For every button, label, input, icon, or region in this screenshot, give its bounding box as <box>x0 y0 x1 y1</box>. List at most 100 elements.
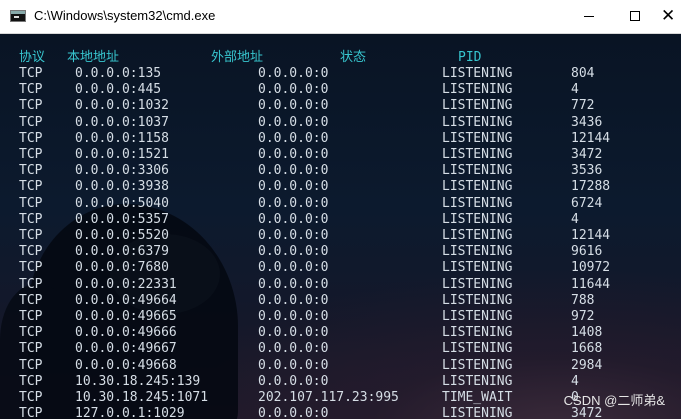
cell-foreign-address: 0.0.0.0:0 <box>258 179 329 195</box>
cell-pid: 12144 <box>571 228 611 243</box>
table-row: TCP 0.0.0.0:5520 0.0.0.0:0 LISTENING 12144 <box>0 228 681 244</box>
cell-local-address: 0.0.0.0:5040 <box>75 195 169 211</box>
header-protocol: 协议 <box>19 50 46 65</box>
cell-local-address: 0.0.0.0:6379 <box>75 244 169 260</box>
cell-local-address: 0.0.0.0:5357 <box>75 211 169 227</box>
cell-pid: 772 <box>571 98 595 114</box>
cell-local-address: 10.30.18.245:1071 <box>75 390 209 405</box>
cell-local-address: 0.0.0.0:1032 <box>75 98 169 114</box>
table-row: TCP 0.0.0.0:49665 0.0.0.0:0 LISTENING 972 <box>0 309 681 325</box>
cell-foreign-address: 202.107.117.23:995 <box>258 390 399 405</box>
cell-protocol: TCP <box>19 373 43 389</box>
cell-state: LISTENING <box>442 163 513 179</box>
cell-state: LISTENING <box>442 147 513 162</box>
cell-pid: 788 <box>571 292 595 308</box>
cell-foreign-address: 0.0.0.0:0 <box>258 98 329 114</box>
cell-protocol: TCP <box>19 390 43 405</box>
cell-protocol: TCP <box>19 325 43 341</box>
table-row: TCP 0.0.0.0:1037 0.0.0.0:0 LISTENING 3436 <box>0 115 681 131</box>
minimize-icon <box>584 16 594 17</box>
table-row: TCP 0.0.0.0:49664 0.0.0.0:0 LISTENING 788 <box>0 293 681 309</box>
cell-state: LISTENING <box>442 228 513 243</box>
cell-foreign-address: 0.0.0.0:0 <box>258 82 329 98</box>
cell-pid: 3472 <box>571 147 603 162</box>
cell-foreign-address: 0.0.0.0:0 <box>258 276 329 292</box>
cell-foreign-address: 0.0.0.0:0 <box>258 244 329 260</box>
maximize-button[interactable] <box>611 0 657 33</box>
cell-state: LISTENING <box>442 211 513 227</box>
cell-pid: 6724 <box>571 195 603 211</box>
cell-local-address: 127.0.0.1:1029 <box>75 406 185 419</box>
cell-protocol: TCP <box>19 260 43 276</box>
table-row: TCP 0.0.0.0:22331 0.0.0.0:0 LISTENING 11644 <box>0 277 681 293</box>
cell-foreign-address: 0.0.0.0:0 <box>258 114 329 130</box>
table-row: TCP 0.0.0.0:49666 0.0.0.0:0 LISTENING 1408 <box>0 325 681 341</box>
cell-pid: 11644 <box>571 276 611 292</box>
cell-pid: 10972 <box>571 260 611 276</box>
cell-local-address: 0.0.0.0:49668 <box>75 357 177 373</box>
cell-protocol: TCP <box>19 66 43 81</box>
table-row: TCP 0.0.0.0:5357 0.0.0.0:0 LISTENING 4 <box>0 212 681 228</box>
cell-protocol: TCP <box>19 276 43 292</box>
cell-protocol: TCP <box>19 244 43 260</box>
cell-protocol: TCP <box>19 130 43 146</box>
table-row: TCP 0.0.0.0:7680 0.0.0.0:0 LISTENING 10972 <box>0 260 681 276</box>
header-row: 协议 本地地址 外部地址 状态 PID <box>0 50 681 66</box>
cell-state: LISTENING <box>442 357 513 373</box>
table-row: TCP 0.0.0.0:445 0.0.0.0:0 LISTENING 4 <box>0 82 681 98</box>
title-bar[interactable]: C:\Windows\system32\cmd.exe ✕ <box>0 0 681 34</box>
cell-pid: 4 <box>571 82 579 98</box>
cell-protocol: TCP <box>19 406 43 419</box>
cell-foreign-address: 0.0.0.0:0 <box>258 66 329 81</box>
console-output[interactable]: 协议 本地地址 外部地址 状态 PID TCP 0.0.0.0:135 0.0.0.… <box>0 34 681 419</box>
cell-state: LISTENING <box>442 66 513 81</box>
cell-local-address: 0.0.0.0:445 <box>75 82 162 98</box>
cell-local-address: 0.0.0.0:1037 <box>75 114 169 130</box>
cell-protocol: TCP <box>19 292 43 308</box>
cell-state: LISTENING <box>442 179 513 195</box>
table-row: TCP 0.0.0.0:49667 0.0.0.0:0 LISTENING 1668 <box>0 341 681 357</box>
cell-foreign-address: 0.0.0.0:0 <box>258 228 329 243</box>
cell-protocol: TCP <box>19 82 43 98</box>
window-title: C:\Windows\system32\cmd.exe <box>34 8 216 23</box>
watermark: CSDN @二师弟& <box>563 393 665 408</box>
cell-protocol: TCP <box>19 147 43 162</box>
cell-pid: 4 <box>571 373 579 389</box>
minimize-button[interactable] <box>565 0 611 33</box>
cell-local-address: 0.0.0.0:7680 <box>75 260 169 276</box>
table-row: TCP 0.0.0.0:1158 0.0.0.0:0 LISTENING 12144 <box>0 131 681 147</box>
cell-protocol: TCP <box>19 98 43 114</box>
cell-pid: 1408 <box>571 325 603 341</box>
cell-pid: 972 <box>571 309 595 324</box>
cell-protocol: TCP <box>19 179 43 195</box>
cell-pid: 804 <box>571 66 595 81</box>
cell-foreign-address: 0.0.0.0:0 <box>258 130 329 146</box>
cell-foreign-address: 0.0.0.0:0 <box>258 406 329 419</box>
cell-local-address: 0.0.0.0:1158 <box>75 130 169 146</box>
cell-local-address: 0.0.0.0:49666 <box>75 325 177 341</box>
cell-state: LISTENING <box>442 82 513 98</box>
cell-local-address: 0.0.0.0:49665 <box>75 309 177 324</box>
cell-local-address: 0.0.0.0:49667 <box>75 341 177 357</box>
close-button[interactable]: ✕ <box>657 0 681 33</box>
cell-protocol: TCP <box>19 309 43 324</box>
console-icon <box>10 10 26 22</box>
cell-pid: 2984 <box>571 357 603 373</box>
cell-local-address: 10.30.18.245:139 <box>75 373 201 389</box>
header-state: 状态 <box>340 50 367 65</box>
cell-local-address: 0.0.0.0:3938 <box>75 179 169 195</box>
cell-foreign-address: 0.0.0.0:0 <box>258 341 329 357</box>
cell-foreign-address: 0.0.0.0:0 <box>258 325 329 341</box>
cell-foreign-address: 0.0.0.0:0 <box>258 195 329 211</box>
cell-state: LISTENING <box>442 98 513 114</box>
cell-local-address: 0.0.0.0:22331 <box>75 276 177 292</box>
cell-pid: 12144 <box>571 130 611 146</box>
cell-foreign-address: 0.0.0.0:0 <box>258 357 329 373</box>
cell-local-address: 0.0.0.0:135 <box>75 66 162 81</box>
cell-foreign-address: 0.0.0.0:0 <box>258 260 329 276</box>
cell-foreign-address: 0.0.0.0:0 <box>258 147 329 162</box>
cell-pid: 9616 <box>571 244 603 260</box>
header-local-address: 本地地址 <box>67 50 120 65</box>
close-icon: ✕ <box>661 6 676 25</box>
table-row: TCP 0.0.0.0:5040 0.0.0.0:0 LISTENING 6724 <box>0 196 681 212</box>
